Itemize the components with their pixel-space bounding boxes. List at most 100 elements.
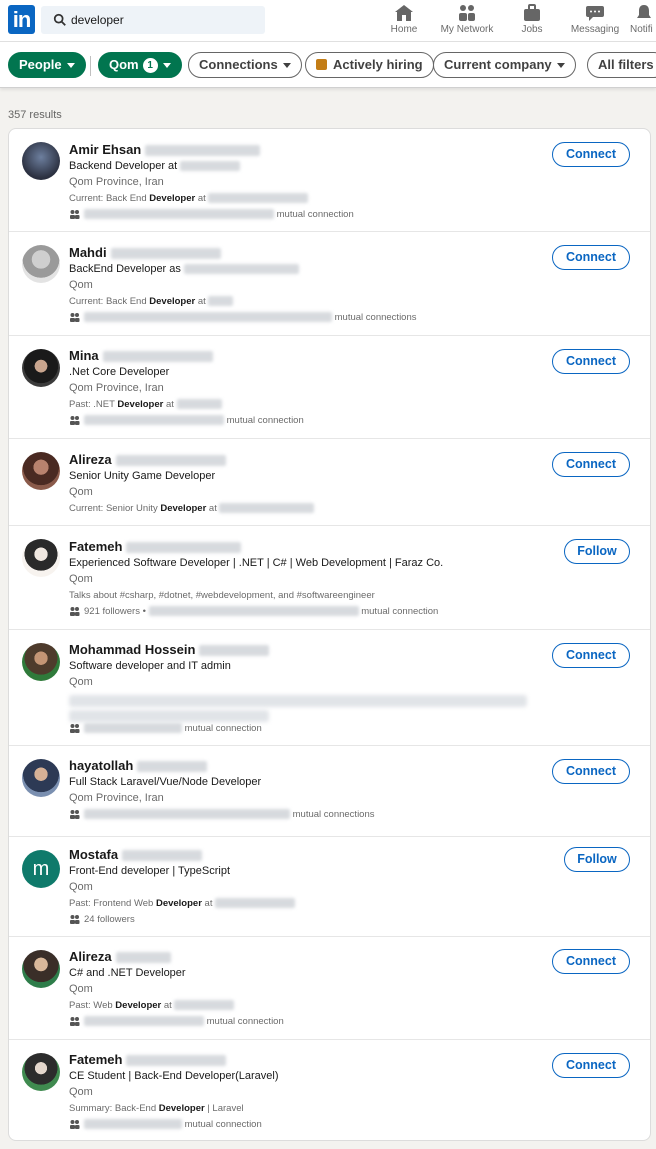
mutual-connections[interactable]: mutual connection bbox=[69, 1119, 262, 1130]
person-location: Qom bbox=[69, 1086, 93, 1098]
person-name[interactable]: Mina bbox=[69, 348, 213, 363]
connect-button[interactable]: Connect bbox=[552, 759, 630, 784]
blurred-text bbox=[84, 723, 182, 734]
connect-button[interactable]: Connect bbox=[552, 1053, 630, 1078]
avatar[interactable] bbox=[22, 759, 60, 797]
filter-actively-hiring-label: Actively hiring bbox=[333, 57, 423, 72]
person-detail: Past: Web Developer at bbox=[69, 1000, 235, 1011]
mutual-connections[interactable]: mutual connection bbox=[69, 415, 304, 426]
nav-my-network-label: My Network bbox=[440, 24, 494, 35]
person-location: Qom bbox=[69, 676, 93, 688]
nav-jobs[interactable]: Jobs bbox=[518, 4, 546, 35]
mutual-connections[interactable]: 921 followers • mutual connection bbox=[69, 606, 438, 617]
search-icon bbox=[53, 13, 66, 26]
results-list: Amir Ehsan Backend Developer at Qom Prov… bbox=[8, 128, 651, 1141]
search-box[interactable] bbox=[41, 6, 265, 34]
top-navigation: in Home My Network Jobs Messaging Notifi bbox=[0, 0, 656, 42]
filter-all[interactable]: All filters bbox=[587, 52, 656, 78]
person-headline: CE Student | Back-End Developer(Laravel) bbox=[69, 1070, 279, 1082]
person-name[interactable]: Alireza bbox=[69, 949, 171, 964]
network-icon bbox=[459, 5, 475, 21]
person-headline: BackEnd Developer as bbox=[69, 263, 299, 275]
avatar[interactable] bbox=[22, 1053, 60, 1091]
blurred-text bbox=[180, 161, 241, 172]
avatar[interactable] bbox=[22, 950, 60, 988]
nav-my-network[interactable]: My Network bbox=[438, 4, 496, 35]
filter-divider bbox=[90, 56, 91, 76]
chevron-down-icon bbox=[66, 63, 75, 69]
person-headline: Experienced Software Developer | .NET | … bbox=[69, 557, 444, 569]
people-icon bbox=[70, 1017, 80, 1027]
list-item: Amir Ehsan Backend Developer at Qom Prov… bbox=[9, 129, 650, 232]
followers-count: 921 followers • bbox=[84, 606, 146, 617]
connect-button[interactable]: Connect bbox=[552, 142, 630, 167]
connect-button[interactable]: Connect bbox=[552, 949, 630, 974]
avatar[interactable] bbox=[22, 452, 60, 490]
filter-all-label: All filters bbox=[598, 57, 654, 72]
follow-button[interactable]: Follow bbox=[564, 847, 630, 872]
filter-connections-label: Connections bbox=[199, 57, 278, 72]
avatar[interactable]: m bbox=[22, 850, 60, 888]
connect-button[interactable]: Connect bbox=[552, 349, 630, 374]
mutual-connections[interactable]: mutual connection bbox=[69, 1016, 284, 1027]
nav-notifications[interactable]: Notifi bbox=[630, 4, 656, 35]
person-headline: Senior Unity Game Developer bbox=[69, 470, 216, 482]
avatar[interactable] bbox=[22, 539, 60, 577]
nav-messaging[interactable]: Messaging bbox=[569, 4, 621, 35]
connect-button[interactable]: Connect bbox=[552, 245, 630, 270]
person-location: Qom bbox=[69, 279, 93, 291]
blurred-text bbox=[84, 415, 224, 426]
person-name[interactable]: Amir Ehsan bbox=[69, 142, 261, 157]
filter-location[interactable]: Qom 1 bbox=[98, 52, 182, 78]
person-name[interactable]: Fatemeh bbox=[69, 1052, 227, 1067]
home-icon bbox=[395, 5, 413, 21]
person-location: Qom bbox=[69, 881, 93, 893]
filter-location-label: Qom bbox=[109, 57, 139, 72]
nav-jobs-label: Jobs bbox=[521, 24, 543, 35]
person-detail: Current: Senior Unity Developer at bbox=[69, 503, 315, 514]
person-name[interactable]: Mohammad Hossein bbox=[69, 642, 270, 657]
blurred-text bbox=[84, 1016, 204, 1027]
avatar[interactable] bbox=[22, 142, 60, 180]
connect-button[interactable]: Connect bbox=[552, 452, 630, 477]
avatar[interactable] bbox=[22, 643, 60, 681]
person-location: Qom Province, Iran bbox=[69, 382, 164, 394]
chevron-down-icon bbox=[162, 63, 171, 69]
blurred-text bbox=[208, 296, 234, 307]
mutual-connections[interactable]: mutual connection bbox=[69, 723, 262, 734]
filter-people[interactable]: People bbox=[8, 52, 86, 78]
mutual-connections[interactable]: mutual connections bbox=[69, 809, 375, 820]
filter-current-company[interactable]: Current company bbox=[433, 52, 576, 78]
avatar[interactable] bbox=[22, 245, 60, 283]
filter-actively-hiring[interactable]: Actively hiring bbox=[305, 52, 434, 78]
person-name[interactable]: Fatemeh bbox=[69, 539, 242, 554]
blurred-name bbox=[145, 145, 261, 157]
person-location: Qom Province, Iran bbox=[69, 792, 164, 804]
person-headline: Backend Developer at bbox=[69, 160, 241, 172]
person-detail: Past: Frontend Web Developer at bbox=[69, 898, 296, 909]
avatar[interactable] bbox=[22, 349, 60, 387]
nav-home[interactable]: Home bbox=[389, 4, 419, 35]
blurred-name bbox=[102, 351, 213, 363]
filter-current-company-label: Current company bbox=[444, 57, 552, 72]
blurred-text bbox=[183, 264, 299, 275]
followers-count: 24 followers bbox=[84, 914, 135, 925]
person-name[interactable]: Alireza bbox=[69, 452, 226, 467]
filter-connections[interactable]: Connections bbox=[188, 52, 302, 78]
person-name[interactable]: Mahdi bbox=[69, 245, 221, 260]
blurred-name bbox=[137, 761, 208, 773]
blurred-text bbox=[84, 809, 290, 820]
follow-button[interactable]: Follow bbox=[564, 539, 630, 564]
list-item: Mohammad Hossein Software developer and … bbox=[9, 630, 650, 746]
person-name[interactable]: hayatollah bbox=[69, 758, 208, 773]
linkedin-logo[interactable]: in bbox=[8, 5, 35, 34]
person-name[interactable]: Mostafa bbox=[69, 847, 203, 862]
mutual-connections[interactable]: mutual connections bbox=[69, 312, 417, 323]
nav-messaging-label: Messaging bbox=[570, 24, 620, 35]
list-item: Fatemeh Experienced Software Developer |… bbox=[9, 526, 650, 630]
list-item: Mahdi BackEnd Developer as Qom Current: … bbox=[9, 232, 650, 336]
search-input[interactable] bbox=[71, 10, 251, 30]
mutual-connections[interactable]: mutual connection bbox=[69, 209, 354, 220]
connect-button[interactable]: Connect bbox=[552, 643, 630, 668]
people-icon bbox=[70, 810, 80, 820]
